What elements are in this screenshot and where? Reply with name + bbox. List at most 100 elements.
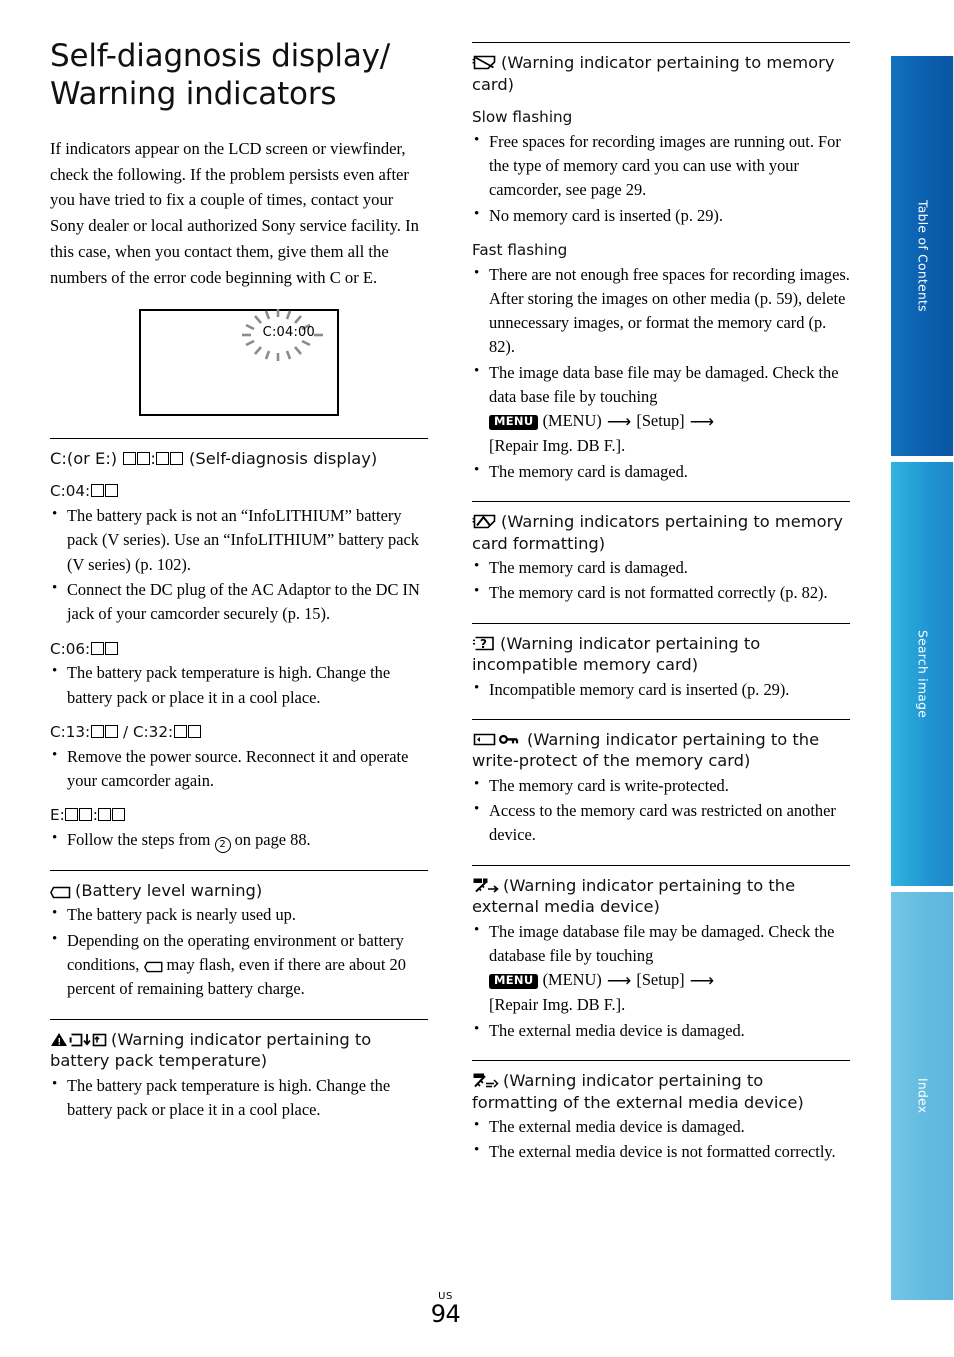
section-heading-external-media-format: (Warning indicator pertaining to formatt… [472, 1070, 850, 1113]
external-media-heading-text: (Warning indicator pertaining to the ext… [472, 875, 796, 917]
bullet-list-fast-flashing: There are not enough free spaces for rec… [472, 262, 850, 484]
bullet-list-external-media-format: The external media device is damaged. Th… [472, 1114, 850, 1165]
list-item: The memory card is damaged. [472, 555, 850, 580]
list-item: The external media device is damaged. [472, 1018, 850, 1043]
placeholder-square [112, 808, 126, 822]
placeholder-square [90, 724, 104, 738]
list-item: No memory card is inserted (p. 29). [472, 203, 850, 228]
tab-label: Search image [915, 629, 930, 719]
placeholder-square [90, 484, 104, 498]
bullet-list-c06: The battery pack temperature is high. Ch… [50, 660, 428, 710]
list-item: Follow the steps from 2 on page 88. [50, 827, 428, 853]
menu-button-badge[interactable]: MENU [489, 414, 539, 430]
tab-label: Index [915, 1078, 930, 1114]
repair-label: [Repair Img. DB F.]. [489, 995, 626, 1015]
bullet-list-battery-level: The battery pack is nearly used up. Depe… [50, 902, 428, 1002]
placeholder-square [122, 451, 136, 465]
list-item: The external media device is not formatt… [472, 1139, 850, 1164]
tab-search-image[interactable]: Search image [891, 462, 954, 886]
placeholder-square [156, 451, 170, 465]
lcd-screen-frame: C:04:00 [139, 308, 339, 416]
section-heading-memory-card: (Warning indicator pertaining to memory … [472, 52, 850, 95]
bullet-list-slow-flashing: Free spaces for recording images are run… [472, 129, 850, 228]
section-heading-battery-temperature: (Warning indicator pertaining to battery… [50, 1029, 428, 1072]
section-heading-external-media: (Warning indicator pertaining to the ext… [472, 875, 850, 918]
placeholder-square [136, 451, 150, 465]
section-divider [50, 869, 428, 871]
external-media-format-warning-icon [472, 1072, 500, 1089]
section-divider [50, 1018, 428, 1020]
bullet-list-card-formatting: The memory card is damaged. The memory c… [472, 555, 850, 606]
tab-index[interactable]: Index [891, 892, 954, 1300]
list-item: The battery pack is nearly used up. [50, 902, 428, 927]
section-heading-self-diagnosis: C:(or E:) : (Self-diagnosis display) [50, 448, 378, 468]
repair-label: [Repair Img. DB F.]. [489, 436, 626, 456]
incompatible-memory-card-icon: ? [472, 635, 497, 652]
bullet-list-c13: Remove the power source. Reconnect it an… [50, 744, 428, 794]
list-item: The battery pack is not an “InfoLITHIUM”… [50, 503, 428, 577]
code-label-c13-c32: C:13: / C:32: [50, 723, 428, 743]
setup-label: [Setup] [636, 411, 685, 431]
placeholder-square [104, 484, 118, 498]
battery-level-heading-text: (Battery level warning) [75, 880, 263, 900]
battery-icon [50, 886, 72, 899]
section-heading-incompatible-card: ? (Warning indicator pertaining to incom… [472, 633, 850, 676]
intro-paragraph: If indicators appear on the LCD screen o… [50, 138, 419, 287]
section-heading-card-formatting: (Warning indicators pertaining to memory… [472, 511, 850, 554]
arrow-right-icon: ⟶ [689, 412, 715, 432]
list-item: The external media device is damaged. [472, 1114, 850, 1139]
list-item: Access to the memory card was restricted… [472, 798, 850, 848]
list-item: The memory card is write-protected. [472, 773, 850, 798]
document-page: Self-diagnosis display/ Warning indicato… [0, 0, 954, 1357]
code-label-text: C:06: [50, 639, 91, 658]
placeholder-square [104, 641, 118, 655]
subheading-slow-flashing: Slow flashing [472, 108, 573, 126]
page-title-line2: Warning indicators [50, 75, 337, 112]
placeholder-square [98, 808, 112, 822]
code-label-e: E:: [50, 806, 428, 826]
write-protect-heading-text: (Warning indicator pertaining to the wri… [472, 729, 820, 771]
warning-battery-temperature-icon [50, 1032, 108, 1048]
list-item: Depending on the operating environment o… [50, 928, 428, 1002]
section-heading-battery-level: (Battery level warning) [50, 880, 428, 902]
placeholder-square [187, 724, 201, 738]
list-item: Incompatible memory card is inserted (p.… [472, 677, 850, 702]
external-media-format-heading-text: (Warning indicator pertaining to formatt… [472, 1071, 804, 1112]
list-item: The memory card is damaged. [472, 459, 850, 484]
section-heading-write-protect: (Warning indicator pertaining to the wri… [472, 729, 850, 772]
menu-button-badge[interactable]: MENU [489, 973, 539, 989]
left-column: Self-diagnosis display/ Warning indicato… [50, 0, 428, 1122]
arrow-right-icon: ⟶ [689, 971, 715, 991]
selfdiag-heading-suffix: (Self-diagnosis display) [183, 448, 378, 468]
placeholder-square [65, 808, 79, 822]
code-label-c06: C:06: [50, 640, 428, 660]
page-title-line1: Self-diagnosis display/ [50, 38, 391, 74]
right-column: (Warning indicator pertaining to memory … [472, 0, 850, 1165]
code-label-text: C:04: [50, 482, 91, 501]
selfdiag-heading-prefix: C:(or E:) [50, 448, 123, 468]
placeholder-square [170, 451, 184, 465]
menu-label: (MENU) [542, 970, 602, 990]
lcd-screen-illustration: C:04:00 [50, 308, 428, 416]
tab-label: Table of Contents [915, 200, 930, 312]
section-divider [472, 622, 850, 624]
external-media-warning-icon [472, 877, 500, 894]
list-item: There are not enough free spaces for rec… [472, 262, 850, 360]
section-divider [472, 1060, 850, 1061]
list-item: Connect the DC plug of the AC Adaptor to… [50, 577, 428, 627]
section-divider [472, 718, 850, 720]
code-label-c04: C:04: [50, 482, 428, 502]
arrow-right-icon: ⟶ [606, 971, 632, 991]
bullet-list-battery-temperature: The battery pack temperature is high. Ch… [50, 1073, 428, 1123]
memory-card-format-warning-icon [472, 513, 498, 530]
section-divider [472, 501, 850, 503]
code-label-text: E: [50, 806, 65, 825]
bullet-list-c04: The battery pack is not an “InfoLITHIUM”… [50, 503, 428, 627]
battery-icon [143, 961, 164, 973]
code-label-mid: / C:32: [118, 722, 174, 741]
incompatible-card-heading-text: (Warning indicator pertaining to incompa… [472, 633, 761, 675]
list-item: The image data base file may be damaged.… [472, 360, 850, 459]
placeholder-square [79, 808, 93, 822]
page-title: Self-diagnosis display/ Warning indicato… [50, 0, 428, 114]
tab-table-of-contents[interactable]: Table of Contents [891, 56, 954, 456]
